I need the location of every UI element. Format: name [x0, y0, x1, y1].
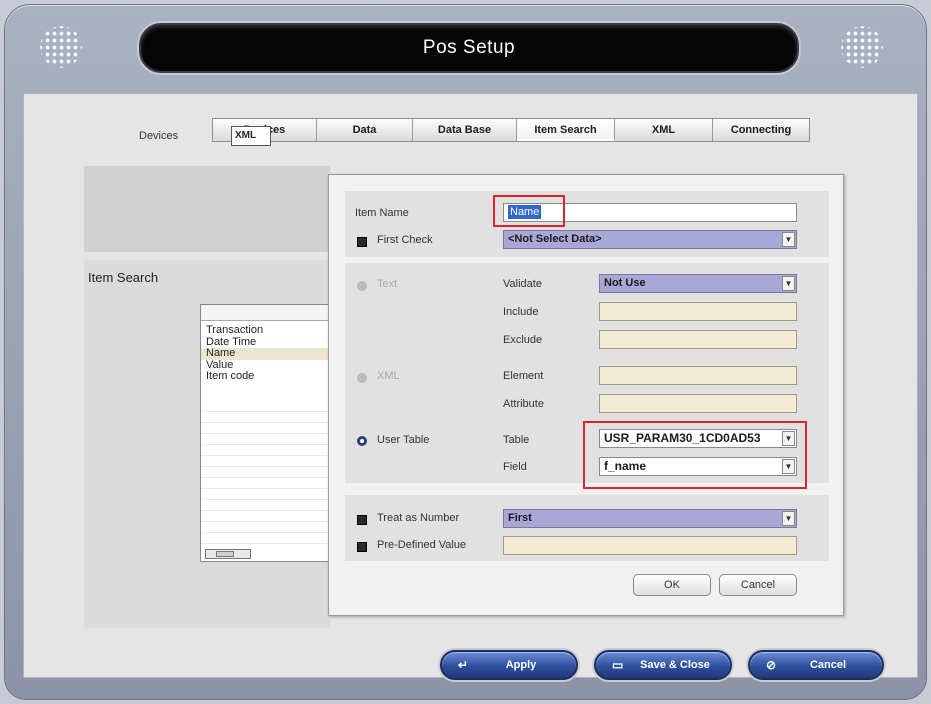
item-list[interactable]: Transaction Date Time Name Value Item co…: [200, 304, 330, 562]
tab-connecting[interactable]: Connecting: [713, 119, 809, 141]
pre-defined-value-label: Pre-Defined Value: [377, 539, 467, 551]
attribute-input[interactable]: [599, 394, 797, 413]
scrollbar-thumb[interactable]: [216, 551, 234, 557]
first-check-checkbox[interactable]: [357, 237, 367, 247]
user-table-label: User Table: [377, 434, 430, 446]
exclude-input[interactable]: [599, 330, 797, 349]
treat-as-number-label: Treat as Number: [377, 512, 460, 524]
horizontal-scrollbar[interactable]: [205, 549, 251, 559]
dialog-cancel-button[interactable]: Cancel: [719, 574, 797, 596]
speaker-grille-icon: [838, 23, 886, 71]
include-input[interactable]: [599, 302, 797, 321]
ok-button[interactable]: OK: [633, 574, 711, 596]
list-item-item-code[interactable]: Item code: [201, 371, 329, 383]
devices-select[interactable]: XML: [231, 126, 271, 146]
treat-as-number-value: First: [508, 512, 532, 524]
devices-label: Devices: [139, 130, 179, 142]
apply-label: Apply: [505, 659, 537, 671]
highlight-box-item-name: [493, 195, 565, 227]
first-check-value: <Not Select Data>: [508, 233, 602, 245]
list-empty-rows: [201, 401, 329, 547]
chevron-down-icon[interactable]: ▼: [782, 232, 795, 247]
apply-button[interactable]: ↵ Apply: [440, 650, 578, 680]
tab-data[interactable]: Data: [317, 119, 413, 141]
window-title: Pos Setup: [139, 23, 799, 73]
tab-item-search[interactable]: Item Search: [517, 119, 615, 141]
validate-select[interactable]: Not Use ▼: [599, 274, 797, 293]
validate-label: Validate: [503, 278, 542, 290]
content-area: Devices Data Data Base Item Search XML C…: [23, 93, 918, 680]
highlight-box-user-table: [583, 421, 807, 489]
user-table-radio[interactable]: [357, 436, 367, 446]
tab-bar: Devices Data Data Base Item Search XML C…: [212, 118, 810, 142]
list-item-transaction[interactable]: Transaction: [201, 325, 329, 337]
text-radio[interactable]: [357, 281, 367, 291]
pre-defined-value-input[interactable]: [503, 536, 797, 555]
item-name-label: Item Name: [355, 207, 409, 219]
chevron-down-icon[interactable]: ▼: [782, 511, 795, 526]
treat-as-number-select[interactable]: First ▼: [503, 509, 797, 528]
save-icon: ▭: [612, 658, 624, 672]
field-label: Field: [503, 461, 527, 473]
list-item-name[interactable]: Name: [201, 348, 329, 360]
table-label: Table: [503, 434, 530, 446]
xml-label: XML: [377, 370, 400, 382]
cancel-label: Cancel: [809, 659, 847, 671]
text-label: Text: [377, 278, 398, 290]
element-label: Element: [503, 370, 544, 382]
first-check-label: First Check: [377, 234, 433, 246]
first-check-select[interactable]: <Not Select Data> ▼: [503, 230, 797, 249]
treat-as-number-checkbox[interactable]: [357, 515, 367, 525]
apply-arrow-icon: ↵: [458, 658, 469, 672]
speaker-grille-icon: [37, 23, 85, 71]
include-label: Include: [503, 306, 539, 318]
exclude-label: Exclude: [503, 334, 543, 346]
element-input[interactable]: [599, 366, 797, 385]
save-close-label: Save & Close: [640, 659, 710, 671]
xml-radio[interactable]: [357, 373, 367, 383]
tab-data-base[interactable]: Data Base: [413, 119, 517, 141]
validate-value: Not Use: [604, 277, 646, 289]
pos-setup-window: Pos Setup Devices Data Data Base Item Se…: [4, 4, 927, 700]
cancel-button[interactable]: ⊘ Cancel: [748, 650, 884, 680]
item-search-title: Item Search: [88, 270, 159, 285]
save-close-button[interactable]: ▭ Save & Close: [594, 650, 732, 680]
chevron-down-icon[interactable]: ▼: [782, 276, 795, 291]
pre-defined-value-checkbox[interactable]: [357, 542, 367, 552]
attribute-label: Attribute: [503, 398, 544, 410]
devices-panel: [84, 166, 330, 252]
list-header: [201, 305, 329, 321]
cancel-icon: ⊘: [766, 658, 777, 672]
tab-xml[interactable]: XML: [615, 119, 713, 141]
item-search-dialog: Item Name Name First Check <Not Select D…: [328, 174, 844, 616]
